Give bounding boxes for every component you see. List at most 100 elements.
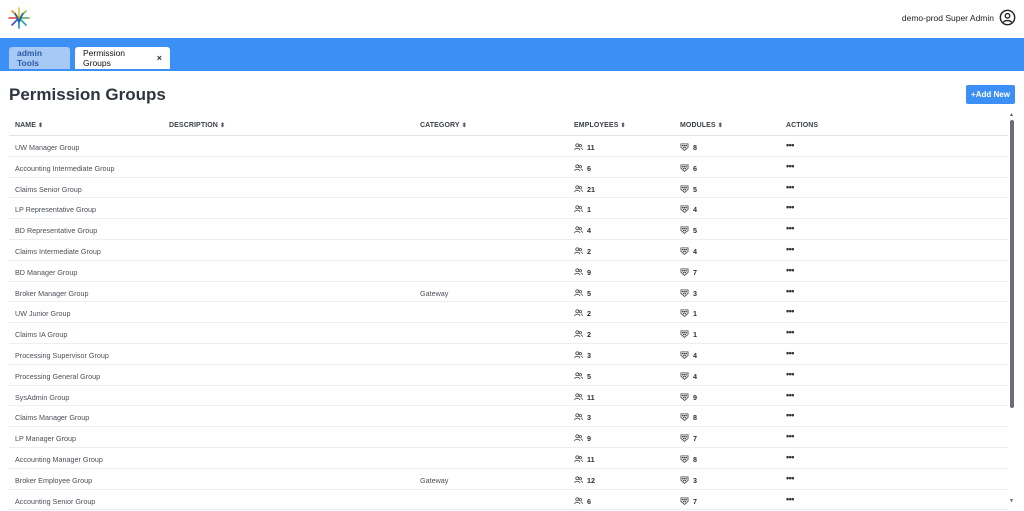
- table-row[interactable]: Claims Senior Group 21 5 •••: [9, 178, 1008, 199]
- group-name-cell[interactable]: Processing General Group: [15, 372, 100, 381]
- close-tab-icon[interactable]: ×: [157, 53, 162, 63]
- modules-count[interactable]: 7: [693, 497, 697, 506]
- table-row[interactable]: LP Manager Group 9 7 •••: [9, 427, 1008, 448]
- modules-count[interactable]: 1: [693, 330, 697, 339]
- employees-count[interactable]: 1: [587, 205, 591, 214]
- more-actions-icon[interactable]: •••: [786, 202, 794, 212]
- sort-icon[interactable]: ⬍: [620, 123, 625, 129]
- group-name-cell[interactable]: LP Manager Group: [15, 434, 76, 443]
- group-name-cell[interactable]: LP Representative Group: [15, 205, 96, 214]
- group-name-cell[interactable]: Claims Intermediate Group: [15, 247, 101, 256]
- scroll-down-icon[interactable]: ▼: [1009, 498, 1014, 504]
- employees-count[interactable]: 12: [587, 476, 595, 485]
- more-actions-icon[interactable]: •••: [786, 431, 794, 441]
- employees-count[interactable]: 11: [587, 455, 595, 464]
- employees-count[interactable]: 5: [587, 372, 591, 381]
- table-row[interactable]: Claims Intermediate Group 2 4 •••: [9, 240, 1008, 261]
- group-name-cell[interactable]: Claims IA Group: [15, 330, 67, 339]
- more-actions-icon[interactable]: •••: [786, 223, 794, 233]
- modules-count[interactable]: 8: [693, 413, 697, 422]
- employees-count[interactable]: 9: [587, 268, 591, 277]
- more-actions-icon[interactable]: •••: [786, 140, 794, 150]
- tab-admin-tools[interactable]: admin Tools: [9, 47, 70, 69]
- more-actions-icon[interactable]: •••: [786, 369, 794, 379]
- column-header-modules[interactable]: MODULES ⬍: [680, 122, 723, 129]
- more-actions-icon[interactable]: •••: [786, 182, 794, 192]
- table-row[interactable]: Processing Supervisor Group 3 4 •••: [9, 344, 1008, 365]
- column-header-employees[interactable]: EMPLOYEES ⬍: [574, 122, 626, 129]
- modules-count[interactable]: 3: [693, 289, 697, 298]
- modules-count[interactable]: 4: [693, 372, 697, 381]
- more-actions-icon[interactable]: •••: [786, 161, 794, 171]
- column-header-description[interactable]: DESCRIPTION ⬍: [169, 122, 225, 129]
- group-name-cell[interactable]: BD Manager Group: [15, 268, 77, 277]
- employees-count[interactable]: 2: [587, 247, 591, 256]
- group-name-cell[interactable]: Broker Employee Group: [15, 476, 92, 485]
- employees-count[interactable]: 6: [587, 164, 591, 173]
- more-actions-icon[interactable]: •••: [786, 473, 794, 483]
- table-row[interactable]: Broker Manager Group Gateway 5 3 •••: [9, 282, 1008, 303]
- employees-count[interactable]: 3: [587, 413, 591, 422]
- more-actions-icon[interactable]: •••: [786, 494, 794, 504]
- sort-icon[interactable]: ⬍: [718, 123, 723, 129]
- table-row[interactable]: Claims IA Group 2 1 •••: [9, 323, 1008, 344]
- group-name-cell[interactable]: SysAdmin Group: [15, 393, 69, 402]
- table-row[interactable]: BD Representative Group 4 5 •••: [9, 219, 1008, 240]
- employees-count[interactable]: 4: [587, 226, 591, 235]
- group-name-cell[interactable]: Processing Supervisor Group: [15, 351, 109, 360]
- more-actions-icon[interactable]: •••: [786, 410, 794, 420]
- sort-icon[interactable]: ⬍: [462, 123, 467, 129]
- modules-count[interactable]: 4: [693, 351, 697, 360]
- add-new-button[interactable]: +Add New: [966, 85, 1015, 104]
- more-actions-icon[interactable]: •••: [786, 348, 794, 358]
- group-name-cell[interactable]: Accounting Intermediate Group: [15, 164, 115, 173]
- vertical-scrollbar[interactable]: ▲ ▼: [1008, 112, 1016, 504]
- employees-count[interactable]: 21: [587, 185, 595, 194]
- column-header-name[interactable]: NAME ⬍: [15, 122, 43, 129]
- more-actions-icon[interactable]: •••: [786, 306, 794, 316]
- tab-permission-groups[interactable]: Permission Groups ×: [75, 47, 170, 69]
- modules-count[interactable]: 1: [693, 309, 697, 318]
- modules-count[interactable]: 5: [693, 226, 697, 235]
- brand-logo-icon[interactable]: [8, 7, 30, 29]
- sort-icon[interactable]: ⬍: [38, 123, 43, 129]
- table-row[interactable]: Broker Employee Group Gateway 12 3 •••: [9, 469, 1008, 490]
- employees-count[interactable]: 2: [587, 330, 591, 339]
- more-actions-icon[interactable]: •••: [786, 265, 794, 275]
- more-actions-icon[interactable]: •••: [786, 327, 794, 337]
- modules-count[interactable]: 8: [693, 455, 697, 464]
- modules-count[interactable]: 9: [693, 393, 697, 402]
- user-circle-icon[interactable]: [999, 9, 1016, 26]
- modules-count[interactable]: 8: [693, 143, 697, 152]
- more-actions-icon[interactable]: •••: [786, 452, 794, 462]
- table-row[interactable]: Processing General Group 5 4 •••: [9, 365, 1008, 386]
- employees-count[interactable]: 9: [587, 434, 591, 443]
- more-actions-icon[interactable]: •••: [786, 390, 794, 400]
- sort-icon[interactable]: ⬍: [220, 123, 225, 129]
- table-row[interactable]: SysAdmin Group 11 9 •••: [9, 386, 1008, 407]
- scroll-up-icon[interactable]: ▲: [1009, 112, 1014, 118]
- table-row[interactable]: Claims Manager Group 3 8 •••: [9, 406, 1008, 428]
- group-name-cell[interactable]: Accounting Senior Group: [15, 497, 95, 506]
- more-actions-icon[interactable]: •••: [786, 286, 794, 296]
- modules-count[interactable]: 4: [693, 205, 697, 214]
- modules-count[interactable]: 6: [693, 164, 697, 173]
- scrollbar-thumb[interactable]: [1010, 120, 1014, 408]
- group-name-cell[interactable]: Claims Manager Group: [15, 413, 89, 422]
- group-name-cell[interactable]: UW Manager Group: [15, 143, 79, 152]
- table-row[interactable]: Accounting Manager Group 11 8 •••: [9, 448, 1008, 469]
- group-name-cell[interactable]: Broker Manager Group: [15, 289, 89, 298]
- employees-count[interactable]: 2: [587, 309, 591, 318]
- modules-count[interactable]: 7: [693, 268, 697, 277]
- table-row[interactable]: Accounting Intermediate Group 6 6 •••: [9, 157, 1008, 178]
- modules-count[interactable]: 3: [693, 476, 697, 485]
- group-name-cell[interactable]: Accounting Manager Group: [15, 455, 103, 464]
- modules-count[interactable]: 7: [693, 434, 697, 443]
- employees-count[interactable]: 11: [587, 393, 595, 402]
- employees-count[interactable]: 3: [587, 351, 591, 360]
- modules-count[interactable]: 5: [693, 185, 697, 194]
- table-row[interactable]: UW Junior Group 2 1 •••: [9, 302, 1008, 324]
- employees-count[interactable]: 6: [587, 497, 591, 506]
- table-row[interactable]: UW Manager Group 11 8 •••: [9, 136, 1008, 157]
- group-name-cell[interactable]: UW Junior Group: [15, 309, 71, 318]
